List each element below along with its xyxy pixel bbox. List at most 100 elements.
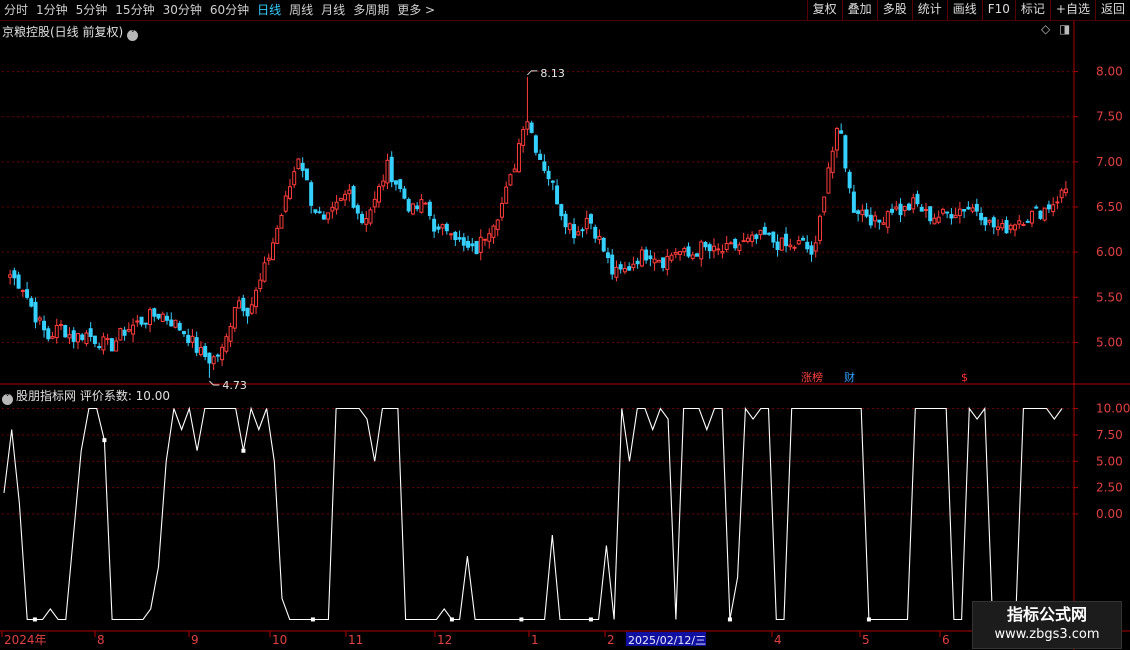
candle-body xyxy=(771,231,776,243)
candle-body xyxy=(88,328,93,337)
date-label: 2024年 xyxy=(4,633,47,647)
candle-body xyxy=(347,189,352,195)
candle-body xyxy=(826,167,831,194)
candle-body xyxy=(355,205,360,214)
candle-body xyxy=(805,241,810,250)
candle-body xyxy=(245,307,250,317)
candle-body xyxy=(131,324,136,335)
candle-body xyxy=(669,254,674,261)
min-price-label: 4.73 xyxy=(222,379,247,392)
candle-body xyxy=(648,255,653,260)
candle-body xyxy=(97,346,102,349)
candle-body xyxy=(856,210,861,214)
candle-body xyxy=(67,334,72,339)
candle-body xyxy=(254,289,259,308)
indicator-square-marker xyxy=(588,617,593,622)
date-label: 6 xyxy=(942,633,950,647)
diamond-icon[interactable]: ◇ xyxy=(1041,22,1050,36)
candle-body xyxy=(330,206,335,212)
candle-body xyxy=(957,208,962,216)
price-tick-label: 5.50 xyxy=(1096,290,1123,304)
candle-body xyxy=(741,240,746,243)
candle-body xyxy=(576,231,581,236)
date-label: 2 xyxy=(607,633,615,647)
date-label: 1 xyxy=(531,633,539,647)
candle-body xyxy=(928,206,933,222)
candle-body xyxy=(860,209,865,216)
chevron-down-icon[interactable]: ˅ xyxy=(127,30,139,41)
main-panel-title[interactable]: 京粮控股(日线 前复权) ˅ xyxy=(2,23,139,41)
candle-body xyxy=(521,129,526,146)
indicator-square-marker xyxy=(727,617,732,622)
panel-toggle-icon[interactable]: ◨ xyxy=(1059,22,1070,36)
candle-body xyxy=(20,289,25,292)
candle-body xyxy=(533,135,538,153)
candle-body xyxy=(589,214,593,224)
candle-body xyxy=(555,185,560,205)
candle-body xyxy=(385,159,390,184)
candle-body xyxy=(122,329,127,336)
candle-body xyxy=(71,330,76,342)
indicator-panel-title[interactable]: ˅ 股朋指标网 评价系数: 10.00 xyxy=(2,387,170,405)
candle-body xyxy=(169,319,174,327)
candle-body xyxy=(610,254,615,275)
candle-body xyxy=(334,201,339,210)
candle-body xyxy=(495,219,500,230)
candle-body xyxy=(529,122,534,133)
candle-body xyxy=(381,180,386,187)
indicator-tick-label: 0.00 xyxy=(1096,507,1123,521)
candle-body xyxy=(292,171,297,186)
candle-body xyxy=(287,186,292,199)
candle-body xyxy=(173,319,178,328)
indicator-title: 股朋指标网 评价系数: 10.00 xyxy=(16,389,171,403)
chevron-down-icon[interactable]: ˅ xyxy=(2,394,13,405)
candle-body xyxy=(309,182,314,206)
candle-body xyxy=(750,234,755,242)
candle-body xyxy=(415,205,420,210)
candle-body xyxy=(1017,220,1022,225)
candle-body xyxy=(283,195,288,212)
indicator-square-marker xyxy=(449,617,454,622)
candle-body xyxy=(644,249,649,261)
candle-body xyxy=(237,300,242,309)
candle-body xyxy=(275,227,280,244)
price-tick-label: 5.00 xyxy=(1096,335,1123,349)
candle-body xyxy=(665,256,670,270)
candle-body xyxy=(830,150,835,173)
candle-body xyxy=(936,216,941,223)
indicator-square-marker xyxy=(310,617,315,622)
candle-body xyxy=(313,209,318,213)
candle-body xyxy=(949,214,954,219)
candle-body xyxy=(923,208,928,211)
candle-body xyxy=(809,245,814,255)
candle-body xyxy=(398,179,403,190)
candle-body xyxy=(686,246,691,257)
candle-body xyxy=(1004,220,1009,234)
candle-body xyxy=(881,222,886,225)
candle-body xyxy=(410,203,415,215)
candle-body xyxy=(203,345,208,358)
candle-body xyxy=(775,241,780,250)
candle-body xyxy=(351,186,356,208)
candle-body xyxy=(37,317,42,321)
candle-body xyxy=(101,336,106,351)
kline-chart[interactable]: 8.007.507.006.506.005.505.0010.007.505.0… xyxy=(0,0,1130,650)
date-label: 11 xyxy=(348,633,363,647)
candle-body xyxy=(678,251,683,255)
candle-body xyxy=(466,241,471,248)
candle-body xyxy=(343,193,348,201)
candle-body xyxy=(525,121,530,130)
candle-body xyxy=(745,237,750,242)
candle-body xyxy=(907,203,911,211)
candle-body xyxy=(843,135,848,169)
candle-body xyxy=(673,251,678,255)
indicator-square-marker xyxy=(866,617,871,622)
candle-body xyxy=(499,202,504,218)
candle-body xyxy=(177,322,182,331)
candle-body xyxy=(59,323,63,326)
candle-body xyxy=(919,206,924,212)
candle-body xyxy=(953,214,958,218)
watermark-url: www.zbgs3.com xyxy=(994,627,1100,642)
candle-body xyxy=(423,202,428,205)
candle-body xyxy=(304,168,309,181)
